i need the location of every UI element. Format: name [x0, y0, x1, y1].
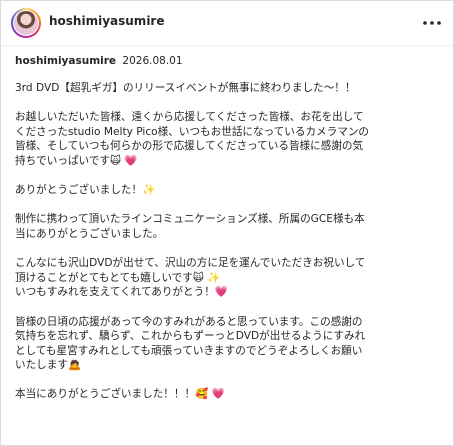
caption-line: 皆様、そしていつも何らかの形で応援してくださっている皆様に感謝の気: [15, 140, 364, 153]
caption-paragraph: 皆様の日頃の応援があって今のすみれがあると思っています。この感謝の 気持ちを忘れず…: [15, 315, 441, 373]
caption-line: 頂けることがとてもとても嬉しいです🙀 ✨: [15, 271, 221, 284]
post-caption: 3rd DVD【超乳ギガ】のリリースイベントが無事に終わりました〜！！ お越しいた…: [15, 81, 441, 402]
caption-line: ありがとうございました！✨: [15, 184, 156, 197]
caption-paragraph: ありがとうございました！✨: [15, 183, 441, 198]
caption-paragraph: お越しいただいた皆様、遠くから応援してくださった皆様、お花を出して くださったst…: [15, 110, 441, 168]
caption-line: いつもすみれを支えてくれてありがとう！💗: [15, 286, 228, 299]
caption-line: 持ちでいっぱいです🙀 💗: [15, 154, 138, 167]
caption-line: 気持ちを忘れず、驕らず、これからもずーっとDVDが出せるようにすみれ: [15, 330, 366, 343]
caption-line: こんなにも沢山DVDが出せて、沢山の方に足を運んでいただきお祝いして: [15, 257, 366, 270]
more-options-icon[interactable]: [422, 13, 442, 33]
caption-line: 皆様の日頃の応援があって今のすみれがあると思っています。この感謝の: [15, 315, 363, 328]
caption-paragraph: 本当にありがとうございました！！！🥰 💗: [15, 387, 441, 402]
caption-line: 当にありがとうございました。: [15, 227, 164, 240]
avatar[interactable]: [11, 8, 41, 38]
post-meta: hoshimiyasumire 2026.08.01: [15, 55, 183, 67]
avatar-image: [14, 11, 38, 35]
caption-paragraph: こんなにも沢山DVDが出せて、沢山の方に足を運んでいただきお祝いして 頂けることが…: [15, 256, 441, 300]
caption-author[interactable]: hoshimiyasumire: [15, 55, 116, 67]
caption-line: お越しいただいた皆様、遠くから応援してくださった皆様、お花を出して: [15, 111, 364, 124]
post-date: 2026.08.01: [122, 55, 183, 67]
caption-paragraph: 3rd DVD【超乳ギガ】のリリースイベントが無事に終わりました〜！！: [15, 81, 441, 96]
caption-line: 本当にありがとうございました！！！🥰 💗: [15, 388, 225, 401]
post-modal: hoshimiyasumire hoshimiyasumire 2026.08.…: [0, 0, 454, 446]
caption-line: くださったstudio Melty Pico様、いつもお世話になっているカメラマ…: [15, 125, 370, 138]
header-username[interactable]: hoshimiyasumire: [49, 14, 164, 28]
avatar-image-frame: [13, 10, 39, 36]
post-header: hoshimiyasumire: [1, 1, 453, 46]
caption-line: 制作に携わって頂いたラインコミュニケーションズ様、所属のGCE様も本: [15, 213, 365, 226]
caption-line: いたします🙇: [15, 359, 82, 372]
caption-paragraph: 制作に携わって頂いたラインコミュニケーションズ様、所属のGCE様も本 当にありがと…: [15, 212, 441, 241]
caption-line: としても星宮すみれとしても頑張っていきますのでどうぞよろしくお願い: [15, 344, 363, 357]
caption-line: 3rd DVD【超乳ギガ】のリリースイベントが無事に終わりました〜！！: [15, 82, 356, 94]
